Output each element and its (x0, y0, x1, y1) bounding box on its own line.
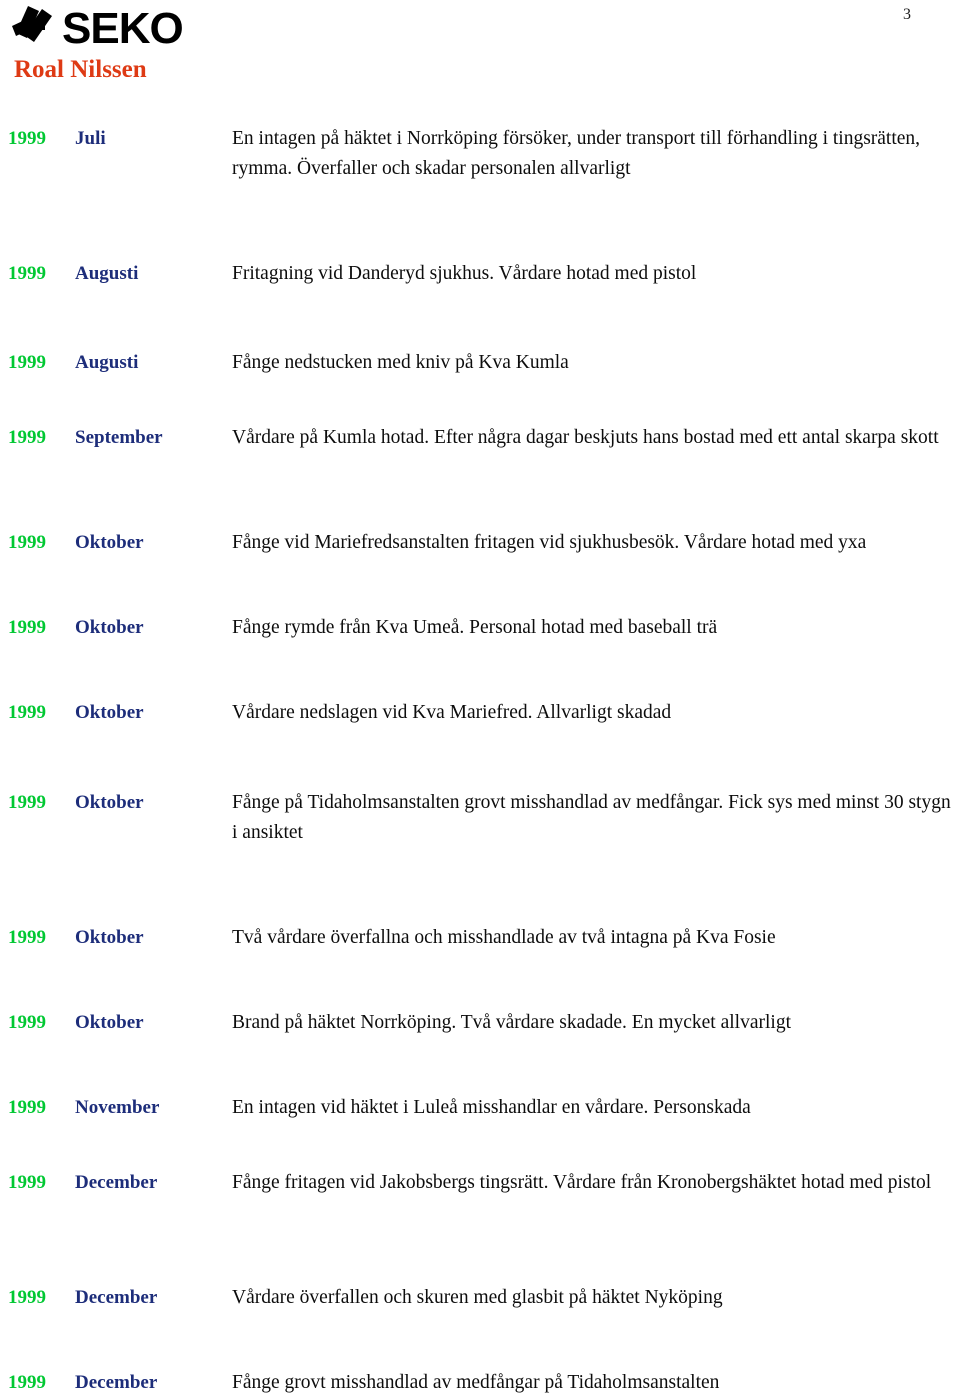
incident-row: 1999 December Fånge grovt misshandlad av m… (0, 1368, 960, 1398)
incident-month: Oktober (75, 617, 144, 638)
incident-row: 1999 Oktober Två vårdare överfallna och mi… (0, 923, 960, 953)
seko-wordmark: SEKO (62, 4, 184, 53)
incident-row: 1999 Juli En intagen på häktet i Norrköpin… (0, 124, 960, 184)
incident-month: Oktober (75, 702, 144, 723)
incident-year: 1999 (8, 128, 46, 149)
incident-description: Fritagning vid Danderyd sjukhus. Vårdare… (232, 263, 697, 284)
seko-logo: SEKO Roal Nilssen (12, 4, 342, 104)
incident-year: 1999 (8, 702, 46, 723)
incident-year: 1999 (8, 1372, 46, 1393)
owner-name: Roal Nilssen (14, 56, 147, 83)
incident-month: Oktober (75, 792, 144, 813)
incident-month: December (75, 1372, 158, 1393)
incident-month: December (75, 1287, 158, 1308)
page-number: 3 (903, 6, 911, 23)
incident-month: Oktober (75, 927, 144, 948)
incident-month: September (75, 427, 163, 448)
incident-description: Fånge nedstucken med kniv på Kva Kumla (232, 352, 569, 373)
incident-description: Vårdare på Kumla hotad. Efter några daga… (232, 427, 939, 448)
incident-year: 1999 (8, 263, 46, 284)
incident-month: Oktober (75, 1012, 144, 1033)
incident-description: En intagen vid häktet i Luleå misshandla… (232, 1097, 751, 1118)
seko-pinwheel-mark-icon (12, 6, 60, 52)
incident-year: 1999 (8, 1097, 46, 1118)
incident-description: En intagen på häktet i Norrköping försök… (232, 128, 921, 179)
incident-row: 1999 Augusti Fånge nedstucken med kniv på … (0, 348, 960, 378)
incident-year: 1999 (8, 1287, 46, 1308)
incident-description: Två vårdare överfallna och misshandlade … (232, 927, 776, 948)
logo-row: SEKO (12, 4, 342, 54)
incident-year: 1999 (8, 1172, 46, 1193)
incident-row: 1999 November En intagen vid häktet i Lule… (0, 1093, 960, 1123)
incident-row: 1999 Oktober Fånge rymde från Kva Umeå. Pe… (0, 613, 960, 643)
incident-month: Juli (75, 128, 106, 149)
incident-description: Fånge på Tidaholmsanstalten grovt missha… (232, 792, 951, 843)
incident-year: 1999 (8, 532, 46, 553)
incident-month: Augusti (75, 263, 139, 284)
incident-description: Fånge vid Mariefredsanstalten fritagen v… (232, 532, 867, 553)
incident-description: Fånge fritagen vid Jakobsbergs tingsrätt… (232, 1172, 932, 1193)
incident-row: 1999 Oktober Vårdare nedslagen vid Kva Mar… (0, 698, 960, 728)
incident-description: Brand på häktet Norrköping. Två vårdare … (232, 1012, 791, 1033)
incident-row: 1999 Oktober Brand på häktet Norrköping. T… (0, 1008, 960, 1038)
incident-year: 1999 (8, 352, 46, 373)
incident-row: 1999 December Fånge fritagen vid Jakobsber… (0, 1168, 960, 1198)
incident-row: 1999 Augusti Fritagning vid Danderyd sjukh… (0, 259, 960, 289)
document-header: SEKO Roal Nilssen 3 (0, 0, 960, 108)
incident-month: Oktober (75, 532, 144, 553)
incident-description: Vårdare överfallen och skuren med glasbi… (232, 1287, 723, 1308)
incident-month: November (75, 1097, 160, 1118)
incident-year: 1999 (8, 927, 46, 948)
incident-year: 1999 (8, 792, 46, 813)
incident-month: December (75, 1172, 158, 1193)
incident-row: 1999 December Vårdare överfallen och skure… (0, 1283, 960, 1313)
incident-description: Vårdare nedslagen vid Kva Mariefred. All… (232, 702, 672, 723)
incident-row: 1999 September Vårdare på Kumla hotad. Eft… (0, 423, 960, 453)
incident-year: 1999 (8, 427, 46, 448)
incident-year: 1999 (8, 1012, 46, 1033)
incident-year: 1999 (8, 617, 46, 638)
incident-month: Augusti (75, 352, 139, 373)
incident-row: 1999 Oktober Fånge vid Mariefredsanstalten… (0, 528, 960, 558)
incident-description: Fånge grovt misshandlad av medfångar på … (232, 1372, 720, 1393)
incident-row: 1999 Oktober Fånge på Tidaholmsanstalten g… (0, 788, 960, 848)
incident-description: Fånge rymde från Kva Umeå. Personal hota… (232, 617, 718, 638)
